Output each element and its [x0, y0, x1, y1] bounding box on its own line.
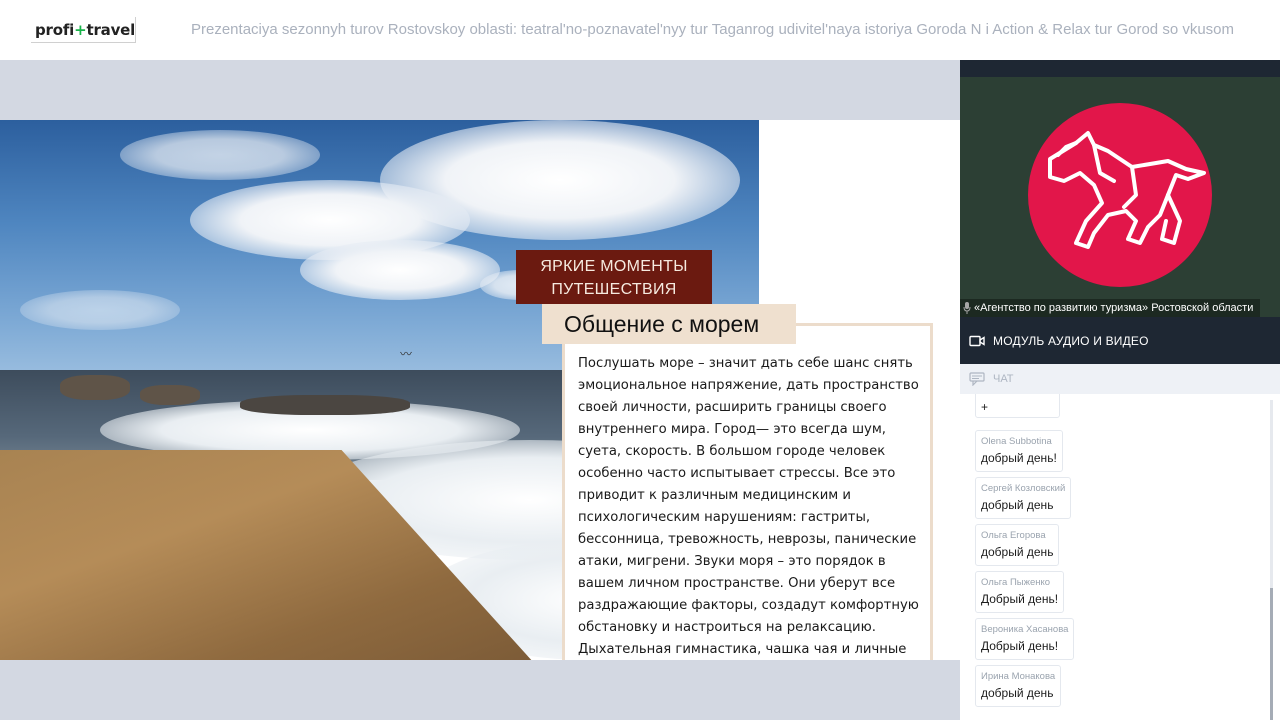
video-top-bar	[960, 60, 1280, 77]
speaker-caption: «Агентство по развитию туризма» Ростовск…	[960, 299, 1260, 317]
chat-message: Ольга Пыженко Добрый день!	[975, 571, 1065, 613]
chat-header[interactable]: ЧАТ	[960, 364, 1280, 394]
logo-text: profi+travel	[35, 20, 136, 39]
slide-body-text: Послушать море – значит дать себе шанс с…	[578, 356, 919, 657]
chat-icon	[969, 372, 985, 386]
av-module-header[interactable]: МОДУЛЬ АУДИО И ВИДЕО	[960, 317, 1280, 364]
seagull-icon: 〰	[400, 347, 413, 361]
chat-message: +	[975, 394, 1060, 418]
speaker-video[interactable]: «Агентство по развитию туризма» Ростовск…	[960, 77, 1280, 317]
horse-icon	[1048, 131, 1206, 249]
chat-label: ЧАТ	[993, 373, 1014, 385]
presentation-slide: 〰 ЯРКИЕ МОМЕНТЫ ПУТЕШЕСТВИЯ Послушать мо…	[0, 120, 960, 660]
top-header: profi+travel Prezentaciya sezonnyh turov…	[0, 0, 1280, 60]
slide-heading: Общение с морем	[542, 304, 796, 344]
chat-message: Ирина Монакова добрый день	[975, 665, 1062, 707]
video-camera-icon	[969, 335, 985, 346]
chat-messages[interactable]: + Olena Subbotina добрый день! Сергей Ко…	[960, 394, 1280, 720]
chat-message: Сергей Козловский добрый день	[975, 477, 1072, 519]
chat-message: Вероника Хасанова Добрый день!	[975, 618, 1075, 660]
chat-message: Olena Subbotina добрый день!	[975, 430, 1063, 472]
slide-text-box: Послушать море – значит дать себе шанс с…	[562, 323, 933, 660]
right-panel: «Агентство по развитию туризма» Ростовск…	[960, 60, 1280, 720]
chat-message: Ольга Егорова добрый день	[975, 524, 1060, 566]
horse-logo-badge	[1028, 103, 1212, 287]
av-module-label: МОДУЛЬ АУДИО И ВИДЕО	[993, 333, 1149, 348]
chat-scrollbar-thumb[interactable]	[1270, 588, 1273, 720]
profi-travel-logo[interactable]: profi+travel	[31, 17, 136, 43]
slide-banner: ЯРКИЕ МОМЕНТЫ ПУТЕШЕСТВИЯ	[516, 250, 712, 304]
webinar-title: Prezentaciya sezonnyh turov Rostovskoy o…	[191, 21, 1235, 38]
presentation-stage: 〰 ЯРКИЕ МОМЕНТЫ ПУТЕШЕСТВИЯ Послушать мо…	[0, 60, 960, 720]
